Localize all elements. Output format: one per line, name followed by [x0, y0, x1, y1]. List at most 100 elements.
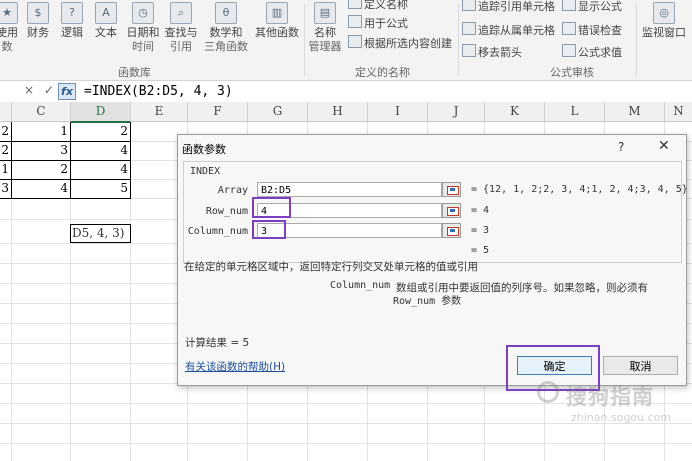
cell-c4[interactable]: 2	[11, 160, 71, 179]
financial-button[interactable]: $ 财务	[24, 2, 52, 40]
column-header-k[interactable]: K	[485, 102, 545, 122]
logical-button[interactable]: ? 逻辑	[58, 2, 86, 40]
defined-names-group-label: 定义的名称	[355, 66, 410, 79]
cell-c2[interactable]: 1	[11, 122, 71, 141]
table-border	[0, 179, 131, 180]
formula-icon	[348, 15, 362, 28]
dialog-title: 函数参数	[182, 143, 226, 156]
table-border	[70, 122, 71, 199]
array-label: Array	[217, 185, 248, 196]
clock-book-icon: ◷	[132, 2, 154, 24]
binoculars-icon: ◎	[653, 2, 675, 24]
group-divider	[458, 4, 459, 76]
recent-functions-icon: ★	[0, 2, 18, 24]
watch-window-button[interactable]: ◎ 监视窗口	[638, 2, 690, 40]
column-header-i[interactable]: I	[368, 102, 428, 122]
function-library-group-label: 函数库	[118, 66, 151, 79]
recently-used-button[interactable]: ★ 使用 数	[0, 2, 20, 54]
arg-help-text-line2: Row_num 参数	[393, 296, 462, 307]
column-num-result: = 3	[471, 225, 490, 236]
function-arguments-dialog: 函数参数 ? ✕ INDEX Array B2:D5 = {12, 1, 2;2…	[177, 134, 688, 391]
column-header-h[interactable]: H	[308, 102, 368, 122]
remove-arrows-icon	[462, 44, 476, 57]
cell-d5[interactable]: 5	[70, 179, 131, 198]
watermark: 搜狗指南 zhinan.sogou.com	[537, 378, 687, 436]
define-name-button[interactable]: 定义名称	[348, 0, 408, 12]
evaluate-icon	[562, 44, 576, 57]
cell-c3[interactable]: 3	[11, 141, 71, 160]
table-border	[0, 141, 131, 142]
column-header-f[interactable]: F	[188, 102, 248, 122]
function-name: INDEX	[190, 166, 221, 177]
row-num-collapse-button[interactable]	[442, 203, 461, 218]
error-checking-button[interactable]: 错误检查	[562, 22, 622, 38]
cell-c5[interactable]: 4	[11, 179, 71, 198]
calculation-result: 计算结果 = 5	[185, 337, 250, 349]
group-divider	[304, 4, 305, 76]
group-divider	[636, 4, 637, 76]
confirm-entry-button[interactable]: ✓	[44, 83, 54, 97]
text-book-icon: A	[95, 2, 117, 24]
more-functions-button[interactable]: ▥ 其他函数	[252, 2, 302, 40]
use-in-formula-button[interactable]: 用于公式	[348, 15, 408, 31]
formula-auditing-group-label: 公式审核	[550, 66, 594, 79]
trace-precedents-button[interactable]: 追踪引用单元格	[462, 0, 555, 14]
table-border	[0, 198, 131, 199]
evaluate-formula-button[interactable]: 公式求值	[562, 44, 622, 60]
cancel-button[interactable]: 取消	[603, 356, 678, 375]
array-input[interactable]: B2:D5	[257, 182, 442, 197]
array-collapse-button[interactable]	[442, 182, 461, 197]
column-header-e[interactable]: E	[131, 102, 188, 122]
array-result: = {12, 1, 2;2, 3, 4;1, 2, 4;3, 4, 5}	[471, 184, 688, 195]
search-book-icon: ⌕	[170, 2, 192, 24]
remove-arrows-button[interactable]: 移去箭头	[462, 44, 522, 60]
dialog-help-button[interactable]: ?	[618, 140, 624, 154]
book-icon: $	[27, 2, 49, 24]
cell-d3[interactable]: 4	[70, 141, 131, 160]
cell-d4[interactable]: 4	[70, 160, 131, 179]
active-cell-e6[interactable]: D5, 4, 3)	[70, 224, 131, 243]
column-header-c[interactable]: C	[12, 102, 71, 122]
formula-bar: × ✓ fx =INDEX(B2:D5, 4, 3)	[0, 81, 692, 103]
formula-input[interactable]: =INDEX(B2:D5, 4, 3)	[84, 84, 233, 99]
row-num-result: = 4	[471, 205, 490, 216]
question-book-icon: ?	[61, 2, 83, 24]
watermark-text: 搜狗指南	[566, 385, 654, 409]
insert-function-button[interactable]: fx	[58, 83, 76, 100]
name-manager-button[interactable]: ▤ 名称 管理器	[306, 2, 344, 54]
column-header-l[interactable]: L	[545, 102, 605, 122]
column-num-label: Column_num	[187, 226, 248, 237]
dialog-close-button[interactable]: ✕	[658, 138, 670, 154]
column-header-b[interactable]	[0, 102, 12, 122]
cancel-entry-button[interactable]: ×	[24, 83, 34, 97]
create-from-selection-button[interactable]: 根据所选内容创建	[348, 35, 452, 51]
text-button[interactable]: A 文本	[92, 2, 120, 40]
table-border	[130, 122, 131, 199]
column-header-n[interactable]: N	[665, 102, 692, 122]
show-formulas-button[interactable]: 显示公式	[562, 0, 622, 14]
function-help-link[interactable]: 有关该函数的帮助(H)	[185, 359, 285, 374]
math-trig-button[interactable]: θ 数学和 三角函数	[200, 2, 252, 54]
arrow-trace-icon	[462, 0, 476, 11]
table-border	[11, 122, 12, 199]
watermark-url: zhinan.sogou.com	[571, 411, 672, 424]
tag-icon	[348, 0, 362, 9]
row-num-highlight	[252, 197, 291, 218]
column-header-m[interactable]: M	[605, 102, 665, 122]
column-num-collapse-button[interactable]	[442, 223, 461, 238]
arrow-trace-icon	[462, 22, 476, 35]
column-header-d[interactable]: D	[71, 102, 131, 123]
arg-help-name: Column_num	[330, 280, 391, 291]
lookup-reference-button[interactable]: ⌕ 查找与 引用	[162, 2, 200, 54]
range-select-icon-accent	[450, 209, 455, 212]
error-check-icon	[562, 22, 576, 35]
trace-dependents-button[interactable]: 追踪从属单元格	[462, 22, 555, 38]
column-header-g[interactable]: G	[248, 102, 308, 122]
column-header-j[interactable]: J	[428, 102, 485, 122]
cell-d2[interactable]: 2	[70, 122, 131, 141]
name-tag-icon: ▤	[314, 2, 336, 24]
date-time-button[interactable]: ◷ 日期和 时间	[124, 2, 162, 54]
function-description: 在给定的单元格区域中，返回特定行列交叉处单元格的值或引用	[184, 261, 478, 273]
column-num-highlight	[252, 220, 286, 239]
formula-result-preview: = 5	[471, 245, 490, 256]
